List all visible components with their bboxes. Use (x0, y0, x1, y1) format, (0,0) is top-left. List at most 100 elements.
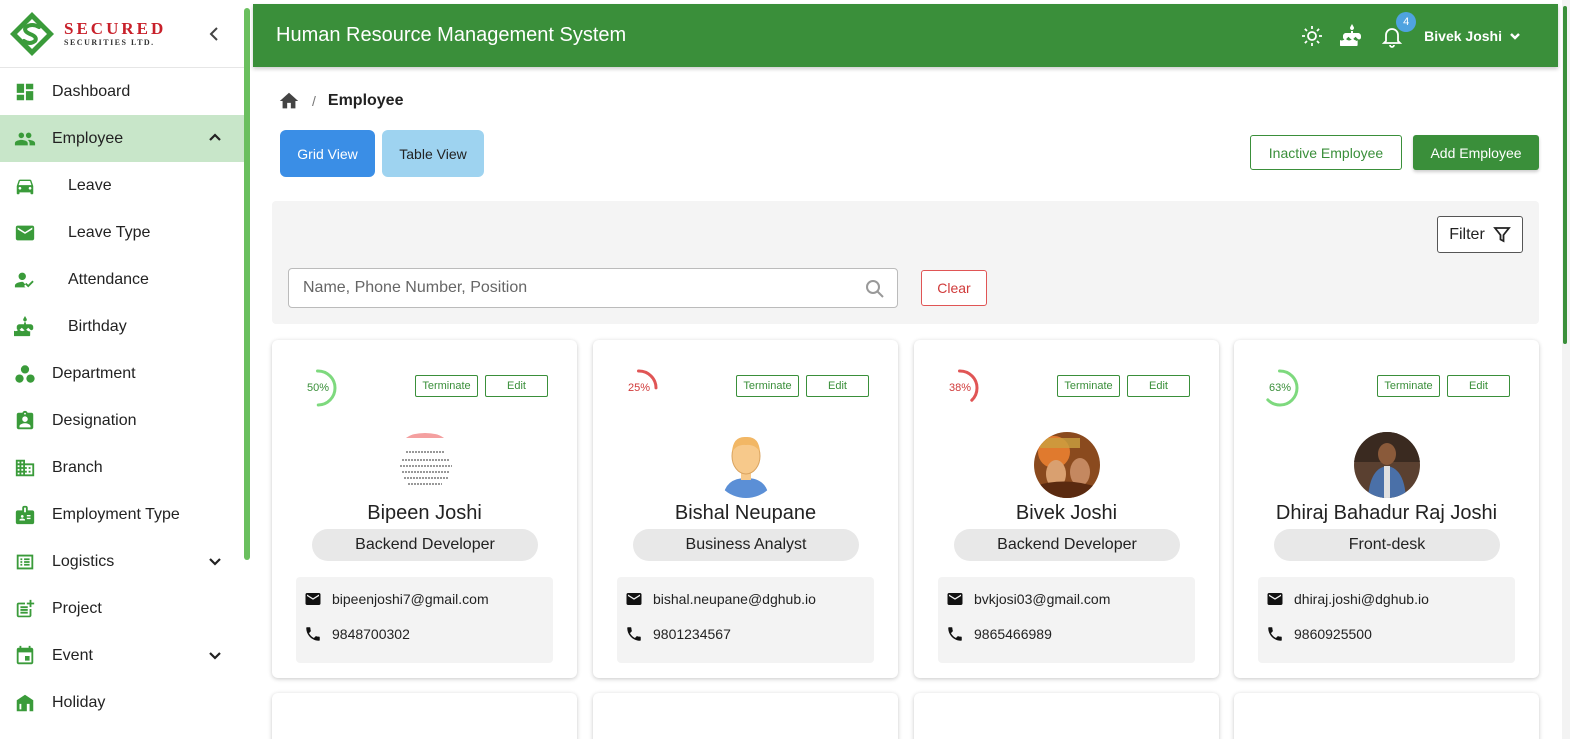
sidebar-item-department[interactable]: Department (0, 350, 244, 397)
breadcrumb-current: Employee (327, 92, 404, 109)
grid-view-button[interactable]: Grid View (280, 130, 375, 177)
inactive-employee-button[interactable]: Inactive Employee (1250, 135, 1402, 170)
theme-toggle-icon[interactable] (1300, 24, 1324, 48)
employee-position: Front-desk (1274, 529, 1500, 561)
employee-phone: 9848700302 (332, 626, 410, 642)
email-row: bvkjosi03@gmail.com (946, 590, 1110, 608)
person-check-icon (14, 269, 36, 291)
email-icon (305, 593, 321, 605)
email-row: bipeenjoshi7@gmail.com (304, 590, 489, 608)
email-icon (947, 593, 963, 605)
employee-phone: 9801234567 (653, 626, 731, 642)
employee-card (593, 693, 898, 739)
contact-box: dhiraj.joshi@dghub.io 9860925500 (1258, 577, 1515, 663)
sidebar-item-leave-type[interactable]: Leave Type (0, 209, 244, 256)
sidebar-scrollbar[interactable] (244, 8, 250, 560)
edit-button[interactable]: Edit (485, 375, 548, 397)
sidebar-item-event[interactable]: Event (0, 632, 244, 679)
employee-name: Bivek Joshi (1015, 502, 1118, 524)
chart-add-icon (14, 598, 36, 620)
chevron-down-icon[interactable] (206, 646, 224, 664)
search-input[interactable] (289, 269, 849, 307)
phone-icon (306, 627, 320, 641)
breadcrumb-separator: / (312, 93, 316, 109)
sidebar-item-designation[interactable]: Designation (0, 397, 244, 444)
employee-card: 50% Terminate Edit Bipeen Joshi Backend … (272, 340, 577, 678)
employee-position: Backend Developer (312, 529, 538, 561)
sidebar-item-label: Branch (52, 458, 103, 476)
building-icon (14, 457, 36, 479)
add-employee-button[interactable]: Add Employee (1413, 135, 1539, 170)
notification-bell-icon[interactable]: 4 (1380, 11, 1417, 48)
sidebar-item-attendance[interactable]: Attendance (0, 256, 244, 303)
phone-icon (627, 627, 641, 641)
sidebar-item-project[interactable]: Project (0, 585, 244, 632)
sidebar-item-branch[interactable]: Branch (0, 444, 244, 491)
sidebar-item-dashboard[interactable]: Dashboard (0, 68, 244, 115)
contact-box: bvkjosi03@gmail.com 9865466989 (938, 577, 1195, 663)
sidebar-item-holiday[interactable]: Holiday (0, 679, 244, 726)
profile-progress: 38% (940, 368, 980, 408)
edit-button[interactable]: Edit (1447, 375, 1510, 397)
sidebar-item-label: Leave (68, 176, 112, 194)
avatar (1354, 432, 1420, 498)
people-icon (14, 128, 36, 150)
sidebar-item-label: Employee (52, 129, 124, 147)
terminate-button[interactable]: Terminate (415, 375, 478, 397)
page-scrollbar-thumb[interactable] (1563, 6, 1567, 344)
calendar-icon (14, 645, 36, 667)
filter-button[interactable]: Filter (1437, 216, 1523, 253)
sidebar-item-employee[interactable]: Employee (0, 115, 244, 162)
sidebar-item-label: Event (52, 646, 93, 664)
home-icon[interactable] (278, 90, 300, 112)
employee-email: bipeenjoshi7@gmail.com (332, 591, 489, 607)
brand-title: SECURED (64, 19, 167, 38)
chevron-down-icon[interactable] (206, 552, 224, 570)
filter-label: Filter (1449, 225, 1485, 243)
phone-row: 9865466989 (946, 625, 1052, 643)
employee-card (272, 693, 577, 739)
sidebar-item-label: Designation (52, 411, 137, 429)
clear-button[interactable]: Clear (921, 270, 987, 306)
chevron-up-icon[interactable] (206, 129, 224, 147)
search-icon[interactable] (865, 279, 885, 299)
terminate-button[interactable]: Terminate (736, 375, 799, 397)
sidebar-item-label: Birthday (68, 317, 127, 335)
app-root: SECURED SECURITIES LTD. Dashboard Employ… (0, 0, 1595, 739)
sidebar-item-logistics[interactable]: Logistics (0, 538, 244, 585)
sidebar-item-label: Department (52, 364, 136, 382)
table-view-button[interactable]: Table View (382, 130, 484, 177)
sidebar-item-birthday[interactable]: Birthday (0, 303, 244, 350)
edit-button[interactable]: Edit (1127, 375, 1190, 397)
chevron-down-icon (1510, 32, 1520, 40)
employee-position: Backend Developer (954, 529, 1180, 561)
email-row: dhiraj.joshi@dghub.io (1266, 590, 1429, 608)
phone-row: 9860925500 (1266, 625, 1372, 643)
email-row: bishal.neupane@dghub.io (625, 590, 816, 608)
card-actions: Terminate Edit (415, 375, 548, 397)
filter-icon (1492, 226, 1511, 242)
edit-button[interactable]: Edit (806, 375, 869, 397)
contact-box: bishal.neupane@dghub.io 9801234567 (617, 577, 874, 663)
terminate-button[interactable]: Terminate (1377, 375, 1440, 397)
sidebar-item-employment-type[interactable]: Employment Type (0, 491, 244, 538)
list-icon (14, 551, 36, 573)
avatar (1034, 432, 1100, 498)
id-card-icon (14, 504, 36, 526)
employee-name: Bipeen Joshi (367, 502, 482, 524)
employee-name: Bishal Neupane (674, 502, 817, 524)
sidebar-item-label: Logistics (52, 552, 115, 570)
card-actions: Terminate Edit (736, 375, 869, 397)
cake-icon[interactable] (1339, 23, 1364, 48)
sidebar-item-leave[interactable]: Leave (0, 162, 244, 209)
employee-position: Business Analyst (633, 529, 859, 561)
dashboard-icon (14, 81, 36, 103)
terminate-button[interactable]: Terminate (1057, 375, 1120, 397)
progress-value: 50% (306, 382, 330, 394)
user-menu[interactable]: Bivek Joshi (1424, 28, 1522, 44)
brand: SECURED SECURITIES LTD. (0, 0, 244, 68)
phone-icon (1268, 627, 1282, 641)
collapse-sidebar-icon[interactable] (204, 24, 224, 44)
app-header: Human Resource Management System 4 Bivek… (253, 4, 1558, 67)
employee-card (914, 693, 1219, 739)
